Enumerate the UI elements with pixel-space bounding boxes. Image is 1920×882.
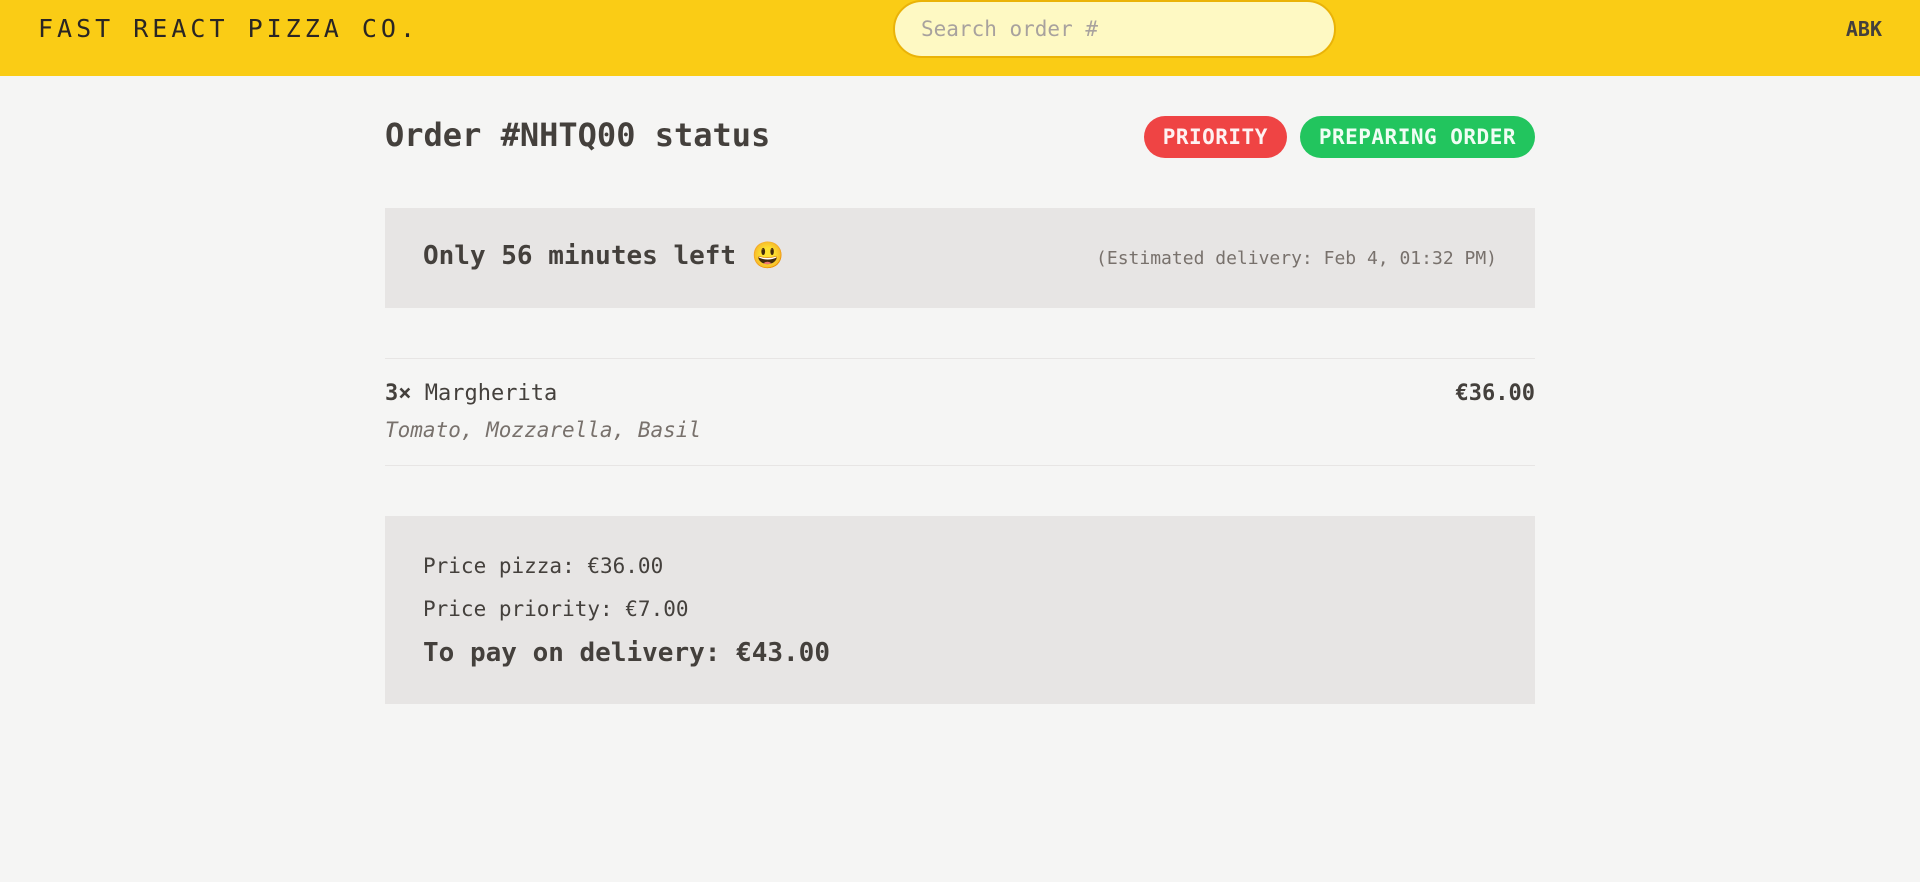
search-order-input[interactable]: [893, 0, 1336, 58]
status-badge: PREPARING ORDER: [1299, 116, 1535, 158]
order-page: Order #NHTQ00 status PRIORITY PREPARING …: [385, 76, 1535, 704]
time-remaining: Only 56 minutes left 😃: [423, 241, 785, 271]
app-header: FAST REACT PIZZA CO. ABK: [0, 0, 1920, 76]
price-pizza: Price pizza: €36.00: [423, 554, 664, 578]
price-priority: Price priority: €7.00: [423, 597, 689, 621]
price-summary-panel: Price pizza: €36.00 Price priority: €7.0…: [385, 516, 1535, 704]
order-items-list: 3× Margherita €36.00 Tomato, Mozzarella,…: [385, 358, 1535, 466]
delivery-eta-panel: Only 56 minutes left 😃 (Estimated delive…: [385, 208, 1535, 308]
status-badges: PRIORITY PREPARING ORDER: [1143, 116, 1535, 158]
logo-link[interactable]: FAST REACT PIZZA CO.: [38, 14, 419, 43]
item-quantity: 3×: [385, 381, 412, 406]
item-name-line: 3× Margherita: [385, 381, 557, 406]
order-title-row: Order #NHTQ00 status PRIORITY PREPARING …: [385, 76, 1535, 208]
item-name: Margherita: [424, 381, 558, 406]
item-price: €36.00: [1455, 381, 1535, 406]
username: ABK: [1845, 17, 1882, 41]
page-title: Order #NHTQ00 status: [385, 116, 771, 154]
priority-badge: PRIORITY: [1143, 116, 1287, 158]
item-ingredients: Tomato, Mozzarella, Basil: [385, 418, 702, 442]
total-to-pay: To pay on delivery: €43.00: [423, 638, 830, 668]
estimated-delivery: (Estimated delivery: Feb 4, 01:32 PM): [1096, 248, 1497, 269]
